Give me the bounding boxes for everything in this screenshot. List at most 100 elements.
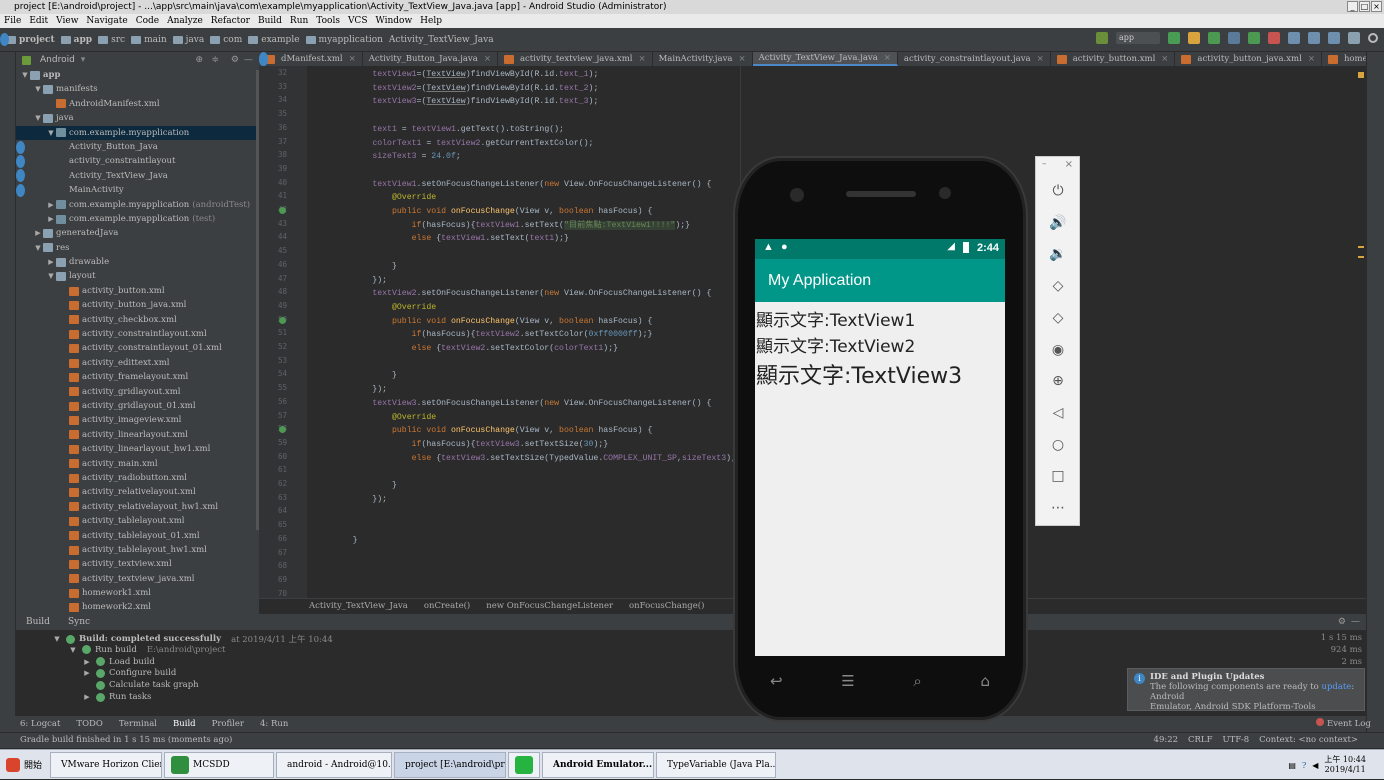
breadcrumb-app[interactable]: app — [60, 35, 92, 45]
build-row-build-completed-successfully[interactable]: ▼ Build: completed successfully at 2019/4/… — [52, 633, 332, 645]
apply-changes-icon[interactable] — [1188, 32, 1200, 44]
menu-run[interactable]: Run — [290, 14, 308, 28]
search-icon[interactable]: ⌕ — [913, 672, 921, 696]
tree-item-activity-textview-java-xml[interactable]: activity_textview_java.xml — [16, 572, 259, 586]
expanded-arrow-icon[interactable]: ▼ — [46, 126, 56, 140]
tree-item-activity-relativelayout-hw1-xml[interactable]: activity_relativelayout_hw1.xml — [16, 500, 259, 514]
update-notification[interactable]: i IDE and Plugin Updates The following c… — [1127, 668, 1365, 712]
tree-item-activity-imageview-xml[interactable]: activity_imageview.xml — [16, 413, 259, 427]
tree-item-app[interactable]: ▼ app — [16, 68, 259, 82]
tree-item-activity-framelayout-xml[interactable]: activity_framelayout.xml — [16, 370, 259, 384]
taskbar-item-vmware-horizon-client[interactable]: VMware Horizon Client — [50, 751, 163, 778]
debug-icon[interactable] — [1208, 32, 1220, 44]
rotate-left-icon[interactable]: ◇ — [1049, 277, 1067, 295]
gear-icon[interactable]: ⚙ — [1338, 614, 1346, 630]
collapsed-arrow-icon[interactable]: ▶ — [82, 669, 92, 677]
textview-2[interactable]: 顯示文字:TextView2 — [756, 332, 915, 357]
editor-breadcrumb-onfocuschange[interactable]: onFocusChange() — [629, 599, 704, 614]
build-tab[interactable]: Build — [26, 614, 50, 630]
tree-item-com-example-myapplication[interactable]: ▶ com.example.myapplication (test) — [16, 212, 259, 226]
error-stripe[interactable] — [1356, 66, 1366, 598]
menu-code[interactable]: Code — [136, 14, 159, 28]
tree-item-activity-gridlayout-xml[interactable]: activity_gridlayout.xml — [16, 385, 259, 399]
tree-item-drawable[interactable]: ▶ drawable — [16, 255, 259, 269]
collapsed-arrow-icon[interactable]: ▶ — [46, 212, 56, 226]
context-indicator[interactable]: Context: <no context> — [1259, 733, 1358, 748]
tool-tab-terminal[interactable]: Terminal — [119, 716, 157, 732]
close-tab-icon[interactable]: × — [638, 54, 645, 64]
clock[interactable]: 上午 10:44 2019/4/11 — [1324, 755, 1366, 775]
project-view-select[interactable]: Android — [40, 55, 75, 65]
overview-icon[interactable]: □ — [1049, 467, 1067, 485]
tree-item-activity-button-java[interactable]: Activity_Button_Java — [16, 140, 259, 154]
breadcrumb-myapplication[interactable]: myapplication — [305, 35, 383, 45]
close-tab-icon[interactable]: × — [884, 53, 891, 63]
tree-item-layout[interactable]: ▼ layout — [16, 269, 259, 283]
tool-tab-profiler[interactable]: Profiler — [212, 716, 244, 732]
menu-tools[interactable]: Tools — [316, 14, 340, 28]
editor-tab-activity-button-xml[interactable]: activity_button.xml × — [1051, 52, 1176, 66]
taskbar-item-typevariable-java-pla[interactable]: TypeVariable (Java Pla... — [656, 751, 777, 778]
override-marker-icon[interactable] — [279, 316, 286, 324]
network-icon[interactable]: ▤ — [1288, 761, 1296, 770]
editor-tab-activity-textview-java-xml[interactable]: activity_textview_java.xml × — [498, 52, 653, 66]
close-tab-icon[interactable]: × — [1037, 54, 1044, 64]
override-marker-icon[interactable] — [279, 207, 286, 214]
tree-item-activity-tablelayout-hw1-xml[interactable]: activity_tablelayout_hw1.xml — [16, 543, 259, 557]
tree-item-manifests[interactable]: ▼ manifests — [16, 82, 259, 96]
breadcrumb-main[interactable]: main — [131, 35, 167, 45]
close-tab-icon[interactable]: × — [1308, 54, 1315, 64]
more-icon[interactable]: ⋯ — [1049, 499, 1067, 517]
tool-tab-todo[interactable]: TODO — [76, 716, 102, 732]
tree-item-res[interactable]: ▼ res — [16, 241, 259, 255]
textview-3[interactable]: 顯示文字:TextView3 — [756, 358, 962, 390]
build-row-run-build[interactable]: ▼ Run build E:\android\project — [68, 645, 225, 655]
tree-item-generatedjava[interactable]: ▶ generatedJava — [16, 226, 259, 240]
tree-item-activity-main-xml[interactable]: activity_main.xml — [16, 457, 259, 471]
editor-breadcrumb-oncreate[interactable]: onCreate() — [424, 599, 470, 614]
tree-item-homework2-xml[interactable]: homework2.xml — [16, 600, 259, 614]
breadcrumb-project[interactable]: project — [6, 35, 55, 45]
menu-navigate[interactable]: Navigate — [86, 14, 127, 28]
close-tab-icon[interactable]: × — [738, 54, 745, 64]
chevron-down-icon[interactable]: ▾ — [81, 55, 86, 65]
tree-item-activity-relativelayout-xml[interactable]: activity_relativelayout.xml — [16, 485, 259, 499]
help-icon[interactable]: ? — [1302, 761, 1306, 770]
event-log-tab[interactable]: Event Log — [1316, 718, 1371, 729]
tree-item-activity-constraintlayout-xml[interactable]: activity_constraintlayout.xml — [16, 327, 259, 341]
taskbar-item-android-android-10[interactable]: android - Android@10... — [276, 751, 393, 778]
sdk-manager-icon[interactable] — [1328, 32, 1340, 44]
hammer-icon[interactable] — [1096, 32, 1108, 44]
build-row-configure-build[interactable]: ▶ Configure build — [82, 668, 176, 678]
menu-build[interactable]: Build — [258, 14, 282, 28]
minimize-icon[interactable]: – — [1042, 159, 1047, 169]
profile-icon[interactable] — [1228, 32, 1240, 44]
tree-item-activity-tablelayout-xml[interactable]: activity_tablelayout.xml — [16, 514, 259, 528]
menu-file[interactable]: File — [4, 14, 21, 28]
tree-item-activity-button-xml[interactable]: activity_button.xml — [16, 284, 259, 298]
taskbar-item-android-emulator[interactable]: Android Emulator... — [542, 751, 655, 778]
line-separator[interactable]: CRLF — [1188, 733, 1212, 748]
tree-item-activity-gridlayout-01-xml[interactable]: activity_gridlayout_01.xml — [16, 399, 259, 413]
caret-position[interactable]: 49:22 — [1154, 733, 1179, 748]
taskbar-item-line[interactable] — [508, 751, 541, 778]
tree-item-java[interactable]: ▼ java — [16, 111, 259, 125]
editor-breadcrumb-activity-textview-java[interactable]: Activity_TextView_Java — [309, 599, 408, 614]
back-icon[interactable]: ◁ — [1049, 404, 1067, 422]
file-encoding[interactable]: UTF-8 — [1222, 733, 1249, 748]
editor-tab-homework5-xml[interactable]: homework5.xml× — [1322, 52, 1366, 66]
textview-1[interactable]: 顯示文字:TextView1 — [756, 306, 915, 331]
tree-item-com-example-myapplication[interactable]: ▶ com.example.myapplication (androidTest) — [16, 198, 259, 212]
gear-icon[interactable]: ⚙ — [231, 55, 239, 65]
tool-tab-build[interactable]: Build — [173, 716, 196, 732]
run-icon[interactable] — [1168, 32, 1180, 44]
tree-item-homework1-xml[interactable]: homework1.xml — [16, 586, 259, 600]
tree-item-activity-constraintlayout[interactable]: activity_constraintlayout — [16, 154, 259, 169]
sync-gradle-icon[interactable] — [1288, 32, 1300, 44]
editor-tab-dmanifest-xml[interactable]: dManifest.xml × — [259, 52, 363, 66]
collapsed-arrow-icon[interactable]: ▶ — [33, 226, 43, 240]
restore-button[interactable]: □ — [1359, 1, 1370, 12]
menu-analyze[interactable]: Analyze — [167, 14, 203, 28]
sync-tab[interactable]: Sync — [68, 614, 90, 630]
breadcrumb-activity-textview-java[interactable]: Activity_TextView_Java — [0, 33, 494, 46]
